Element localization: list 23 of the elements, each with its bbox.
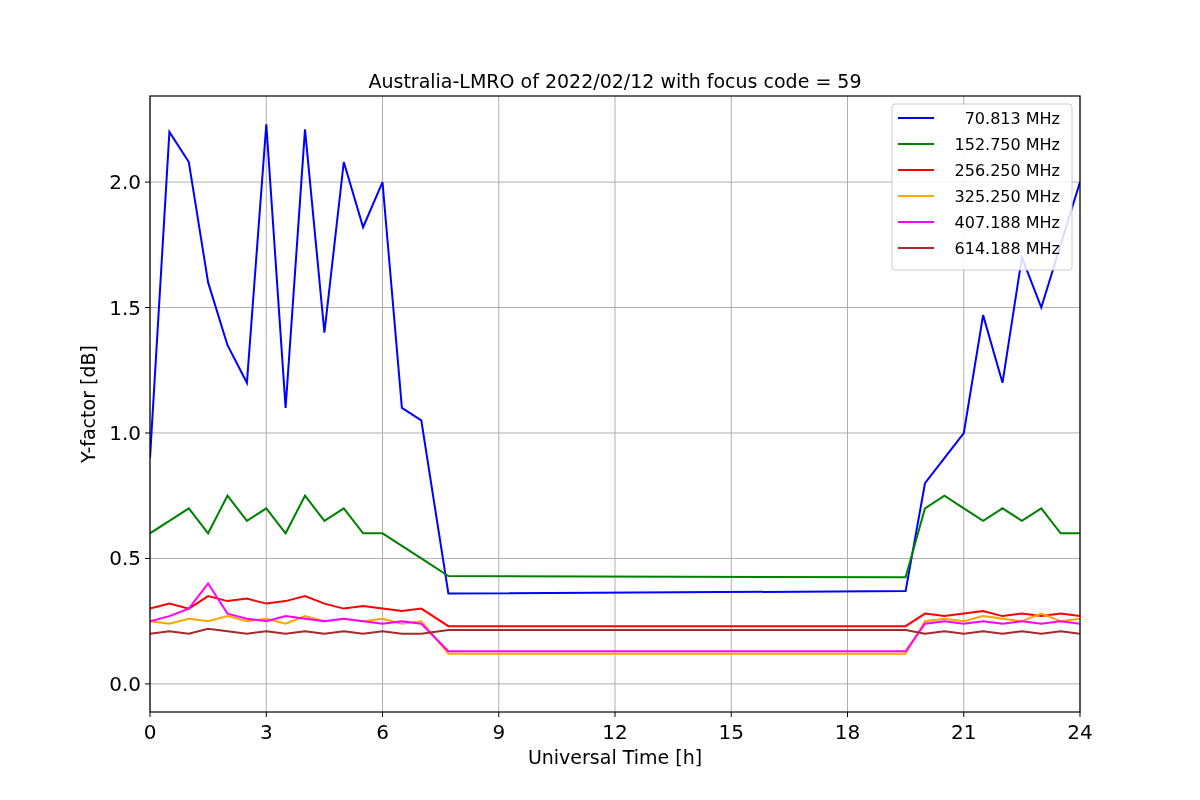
tick-label: 3 [259,720,273,744]
tick-label: 2.0 [109,170,141,195]
y-axis-label: Y-factor [dB] [77,345,99,463]
legend-label: 614.188 MHz [954,239,1060,258]
tick-label: 21 [951,720,977,744]
tick-label: 6 [376,720,389,744]
x-axis-label: Universal Time [h] [527,746,703,768]
tick-label: 1.0 [109,421,141,445]
tick-label: 0 [143,720,157,744]
chart-title: Australia-LMRO of 2022/02/12 with focus code = 59 [368,70,862,92]
legend-label: 256.250 MHz [954,161,1060,180]
tick-label: 9 [492,720,506,744]
legend-label: 325.250 MHz [954,187,1060,206]
tick-label: 24 [1067,720,1093,744]
tick-label: 1.5 [109,295,141,320]
legend-label: 70.813 MHz [964,109,1060,128]
tick-label: 0.0 [109,671,141,696]
legend-label: 407.188 MHz [954,213,1060,232]
legend-label: 152.750 MHz [954,135,1060,154]
tick-label: 15 [718,720,744,744]
tick-label: 18 [834,720,861,744]
tick-label: 0.5 [109,546,141,571]
tick-label: 12 [602,720,628,744]
